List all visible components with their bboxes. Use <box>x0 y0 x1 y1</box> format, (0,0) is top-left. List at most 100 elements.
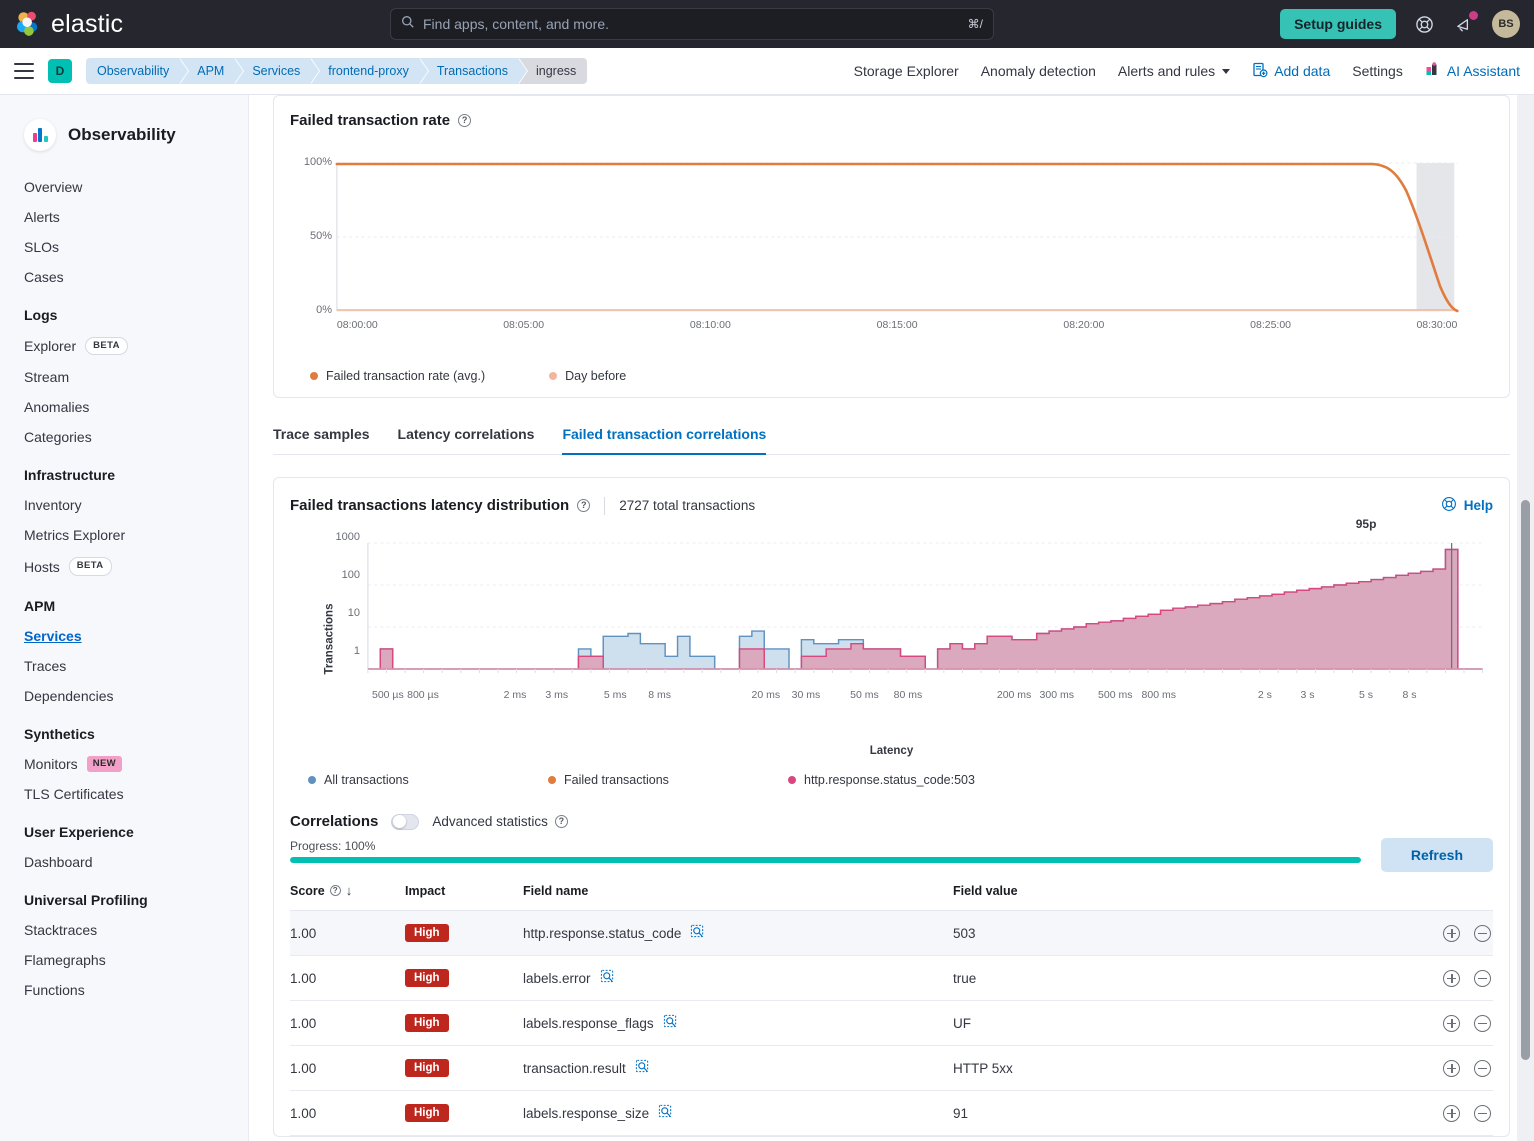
column-impact[interactable]: Impact <box>405 883 523 911</box>
menu-toggle-icon[interactable] <box>14 63 34 79</box>
sidebar-item-stream[interactable]: Stream <box>24 369 248 385</box>
sidebar-item-hosts[interactable]: HostsBETA <box>24 557 248 575</box>
help-tooltip-icon[interactable]: ? <box>458 114 471 127</box>
cell-impact: High <box>405 911 523 956</box>
user-avatar[interactable]: BS <box>1492 10 1520 38</box>
column-field-value[interactable]: Field value <box>953 883 1403 911</box>
table-row[interactable]: 1.00Highlabels.errortrue <box>290 956 1493 1001</box>
help-circle-icon[interactable] <box>1412 12 1436 36</box>
megaphone-icon[interactable] <box>1452 12 1476 36</box>
advanced-statistics-toggle[interactable] <box>391 814 419 830</box>
legend-label: All transactions <box>324 773 409 787</box>
progress-label: Progress: 100% <box>290 839 1361 853</box>
column-score[interactable]: Score ? ↓ <box>290 883 405 911</box>
failed-transaction-rate-chart[interactable]: 100% 50% 0% 08:00:0008:05:0008:10:0008:1… <box>290 151 1493 351</box>
inspect-field-icon[interactable] <box>658 1104 673 1122</box>
sidebar-nav: OverviewAlertsSLOsCasesLogsExplorerBETAS… <box>24 179 248 998</box>
sidebar-item-metrics-explorer[interactable]: Metrics Explorer <box>24 527 248 543</box>
column-field-name[interactable]: Field name <box>523 883 953 911</box>
legend-item[interactable]: Failed transactions <box>548 773 788 787</box>
sidebar-item-services[interactable]: Services <box>24 628 248 644</box>
nav-anomaly-detection[interactable]: Anomaly detection <box>981 63 1096 79</box>
main-content: Failed transaction rate ? <box>249 95 1534 1141</box>
inspect-field-icon[interactable] <box>635 1059 650 1077</box>
inspect-field-icon[interactable] <box>663 1014 678 1032</box>
filter-out-value-icon[interactable] <box>1474 1060 1491 1077</box>
sidebar-item-dashboard[interactable]: Dashboard <box>24 854 248 870</box>
legend-item[interactable]: http.response.status_code:503 <box>788 773 1028 787</box>
sidebar-item-inventory[interactable]: Inventory <box>24 497 248 513</box>
sidebar-title: Observability <box>68 125 176 145</box>
tab-failed-transaction-correlations[interactable]: Failed transaction correlations <box>562 426 766 455</box>
sidebar-item-stacktraces[interactable]: Stacktraces <box>24 922 248 938</box>
sidebar-item-monitors[interactable]: MonitorsNEW <box>24 756 248 772</box>
cell-actions <box>1403 911 1493 956</box>
breadcrumb-item-observability[interactable]: Observability <box>86 58 180 84</box>
sidebar-item-flamegraphs[interactable]: Flamegraphs <box>24 952 248 968</box>
legend-item[interactable]: Day before <box>549 369 626 383</box>
sidebar-item-anomalies[interactable]: Anomalies <box>24 399 248 415</box>
nav-label: Add data <box>1274 63 1330 79</box>
nav-ai-assistant[interactable]: AI Assistant <box>1425 62 1520 81</box>
progress-row: Progress: 100% Refresh <box>290 838 1493 863</box>
filter-for-value-icon[interactable] <box>1443 1015 1460 1032</box>
sidebar-item-dependencies[interactable]: Dependencies <box>24 688 248 704</box>
nav-label: Storage Explorer <box>854 63 959 79</box>
breadcrumb-bar: D ObservabilityAPMServicesfrontend-proxy… <box>0 48 1534 95</box>
setup-guides-button[interactable]: Setup guides <box>1280 9 1396 39</box>
legend-label: Day before <box>565 369 626 383</box>
sidebar-item-categories[interactable]: Categories <box>24 429 248 445</box>
ai-assistant-icon <box>1425 62 1441 81</box>
space-avatar[interactable]: D <box>48 59 72 83</box>
refresh-button[interactable]: Refresh <box>1381 838 1493 872</box>
score-help-icon[interactable]: ? <box>330 885 341 896</box>
filter-for-value-icon[interactable] <box>1443 970 1460 987</box>
brand-name: elastic <box>51 10 123 39</box>
filter-out-value-icon[interactable] <box>1474 970 1491 987</box>
sidebar-item-tls-certificates[interactable]: TLS Certificates <box>24 786 248 802</box>
legend-item[interactable]: All transactions <box>308 773 548 787</box>
breadcrumb-item-apm[interactable]: APM <box>180 58 235 84</box>
sidebar-item-cases[interactable]: Cases <box>24 269 248 285</box>
sidebar-item-explorer[interactable]: ExplorerBETA <box>24 337 248 355</box>
filter-for-value-icon[interactable] <box>1443 1105 1460 1122</box>
inspect-field-icon[interactable] <box>600 969 615 987</box>
inspect-field-icon[interactable] <box>690 924 705 942</box>
breadcrumb-item-services[interactable]: Services <box>235 58 311 84</box>
nav-add-data[interactable]: Add data <box>1252 62 1330 81</box>
global-search-box[interactable]: ⌘/ <box>390 8 994 40</box>
breadcrumb-item-frontend-proxy[interactable]: frontend-proxy <box>311 58 420 84</box>
search-input[interactable] <box>423 16 960 32</box>
filter-out-value-icon[interactable] <box>1474 1015 1491 1032</box>
table-row[interactable]: 1.00Highhttp.response.status_code503 <box>290 911 1493 956</box>
tab-trace-samples[interactable]: Trace samples <box>273 426 370 455</box>
filter-for-value-icon[interactable] <box>1443 925 1460 942</box>
filter-for-value-icon[interactable] <box>1443 1060 1460 1077</box>
distribution-help-icon[interactable]: ? <box>577 499 590 512</box>
sidebar-item-slos[interactable]: SLOs <box>24 239 248 255</box>
breadcrumb-item-transactions[interactable]: Transactions <box>420 58 519 84</box>
sidebar-item-functions[interactable]: Functions <box>24 982 248 998</box>
latency-distribution-chart[interactable]: Transactions 1000 100 10 1 500 µs800 µs2… <box>290 539 1493 739</box>
nav-alerts-and-rules[interactable]: Alerts and rules <box>1118 63 1230 79</box>
sidebar-item-traces[interactable]: Traces <box>24 658 248 674</box>
table-row[interactable]: 1.00Highlabels.response_flagsUF <box>290 1001 1493 1046</box>
legend-item[interactable]: Failed transaction rate (avg.) <box>310 369 485 383</box>
advanced-statistics-help-icon[interactable]: ? <box>555 815 568 828</box>
breadcrumb-item-ingress[interactable]: ingress <box>519 58 587 84</box>
cell-impact: High <box>405 1091 523 1136</box>
elastic-brand[interactable]: elastic <box>14 10 123 39</box>
help-link[interactable]: Help <box>1441 496 1493 515</box>
nav-settings[interactable]: Settings <box>1352 63 1403 79</box>
table-row[interactable]: 1.00Highlabels.response_size91 <box>290 1091 1493 1136</box>
field-name-text: transaction.result <box>523 1061 626 1076</box>
filter-out-value-icon[interactable] <box>1474 925 1491 942</box>
filter-out-value-icon[interactable] <box>1474 1105 1491 1122</box>
sidebar-item-alerts[interactable]: Alerts <box>24 209 248 225</box>
tab-latency-correlations[interactable]: Latency correlations <box>398 426 535 455</box>
scrollbar-thumb[interactable] <box>1521 500 1530 1060</box>
cell-score: 1.00 <box>290 1046 405 1091</box>
table-row[interactable]: 1.00Hightransaction.resultHTTP 5xx <box>290 1046 1493 1091</box>
sidebar-item-overview[interactable]: Overview <box>24 179 248 195</box>
nav-storage-explorer[interactable]: Storage Explorer <box>854 63 959 79</box>
